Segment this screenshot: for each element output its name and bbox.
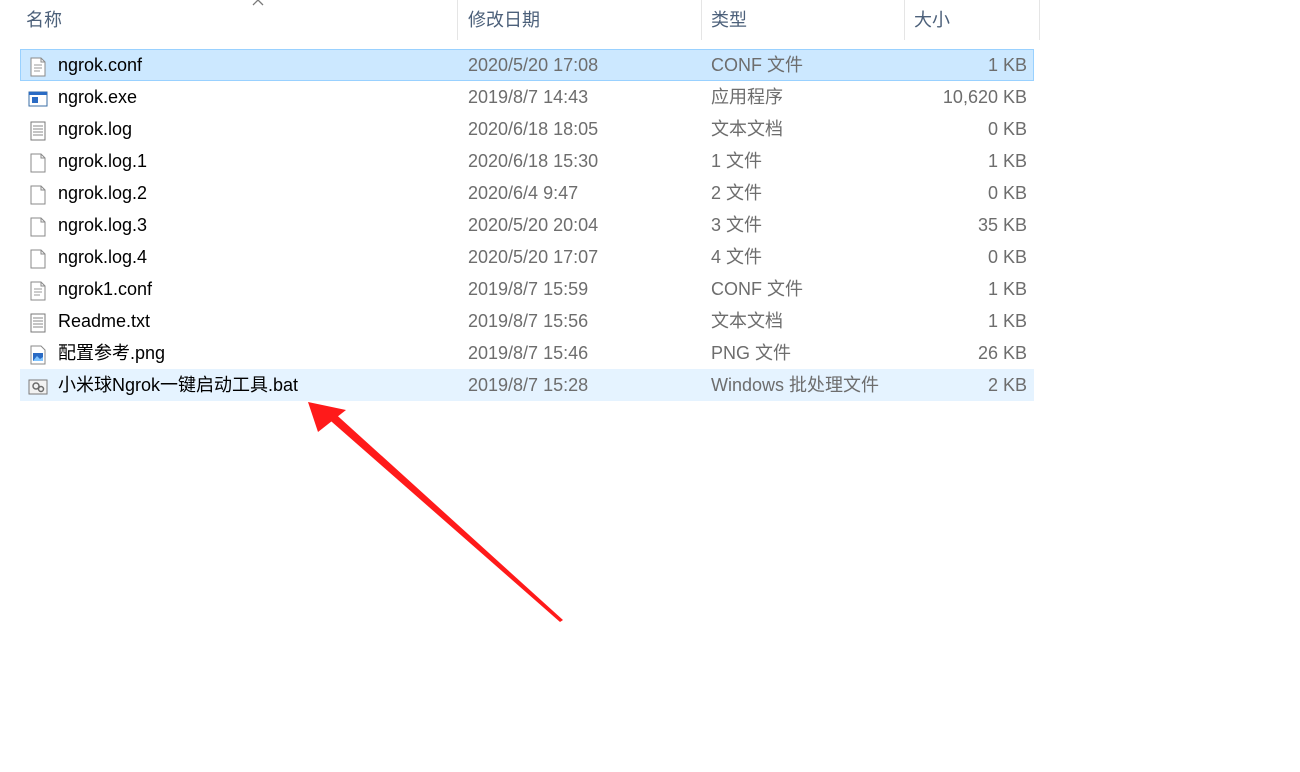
column-header-date-label: 修改日期: [468, 10, 540, 30]
file-row[interactable]: ngrok.conf 2020/5/20 17:08 CONF 文件 1 KB: [20, 49, 1034, 81]
image-file-icon: [28, 344, 48, 365]
file-name: ngrok.log: [58, 119, 133, 139]
file-row[interactable]: ngrok.log.2 2020/6/4 9:47 2 文件 0 KB: [20, 177, 1034, 209]
text-document-icon: [28, 312, 48, 333]
file-date: 2019/8/7 15:28: [468, 375, 589, 395]
blank-file-icon: [28, 184, 48, 205]
file-size: 1 KB: [987, 55, 1027, 75]
file-row[interactable]: ngrok.log 2020/6/18 18:05 文本文档 0 KB: [20, 113, 1034, 145]
file-name: Readme.txt: [58, 311, 151, 331]
file-date: 2019/8/7 15:59: [468, 279, 589, 299]
text-file-icon: [28, 56, 48, 77]
text-document-icon: [28, 120, 48, 141]
file-type: 应用程序: [711, 87, 783, 107]
batch-file-icon: [28, 376, 48, 396]
file-date: 2020/6/18 18:05: [468, 119, 599, 139]
blank-file-icon: [28, 216, 48, 237]
file-name: ngrok.log.1: [58, 151, 148, 171]
file-type: 4 文件: [711, 247, 763, 267]
file-type: 文本文档: [711, 311, 783, 331]
blank-file-icon: [28, 152, 48, 173]
blank-file-icon: [28, 248, 48, 269]
column-header-name-label: 名称: [26, 10, 62, 30]
text-file-icon: [28, 280, 48, 301]
file-row[interactable]: 配置参考.png 2019/8/7 15:46 PNG 文件 26 KB: [20, 337, 1034, 369]
file-type: PNG 文件: [711, 343, 792, 363]
file-type: CONF 文件: [711, 279, 803, 299]
file-size: 2 KB: [987, 375, 1027, 395]
file-name: ngrok.conf: [58, 55, 143, 75]
column-header-type-label: 类型: [711, 10, 747, 30]
column-header-date[interactable]: 修改日期: [462, 0, 702, 40]
column-header-size-label: 大小: [914, 10, 950, 30]
file-date: 2020/5/20 17:08: [468, 55, 599, 75]
file-row[interactable]: ngrok.log.3 2020/5/20 20:04 3 文件 35 KB: [20, 209, 1034, 241]
file-list: ngrok.conf 2020/5/20 17:08 CONF 文件 1 KB ngro…: [20, 49, 1034, 401]
file-name: ngrok.exe: [58, 87, 138, 107]
file-type: 文本文档: [711, 119, 783, 139]
file-name: ngrok.log.3: [58, 215, 148, 235]
application-icon: [28, 88, 48, 108]
file-row[interactable]: ngrok.log.1 2020/6/18 15:30 1 文件 1 KB: [20, 145, 1034, 177]
column-header-size[interactable]: 大小: [908, 0, 1040, 40]
file-date: 2020/6/18 15:30: [468, 151, 599, 171]
file-row[interactable]: ngrok1.conf 2019/8/7 15:59 CONF 文件 1 KB: [20, 273, 1034, 305]
file-date: 2020/5/20 17:07: [468, 247, 599, 267]
file-name: 小米球Ngrok一键启动工具.bat: [58, 375, 299, 395]
file-date: 2019/8/7 15:56: [468, 311, 589, 331]
file-date: 2019/8/7 15:46: [468, 343, 589, 363]
file-size: 10,620 KB: [942, 87, 1027, 107]
column-header-bar: 名称 修改日期 类型 大小: [0, 0, 1040, 40]
file-date: 2020/5/20 20:04: [468, 215, 599, 235]
file-row[interactable]: Readme.txt 2019/8/7 15:56 文本文档 1 KB: [20, 305, 1034, 337]
column-header-name[interactable]: 名称: [20, 0, 458, 40]
file-date: 2020/6/4 9:47: [468, 183, 579, 203]
column-header-type[interactable]: 类型: [705, 0, 905, 40]
file-size: 26 KB: [977, 343, 1027, 363]
sort-ascending-icon: [252, 0, 264, 6]
file-type: 1 文件: [711, 151, 763, 171]
file-type: Windows 批处理文件: [711, 375, 880, 395]
file-date: 2019/8/7 14:43: [468, 87, 589, 107]
file-size: 0 KB: [987, 247, 1027, 267]
arrow-head: [308, 402, 346, 432]
file-size: 35 KB: [977, 215, 1027, 235]
file-row[interactable]: 小米球Ngrok一键启动工具.bat 2019/8/7 15:28 Windows …: [20, 369, 1034, 401]
file-size: 1 KB: [987, 311, 1027, 331]
arrow-shaft: [324, 409, 563, 622]
file-size: 1 KB: [987, 151, 1027, 171]
file-name: ngrok.log.2: [58, 183, 148, 203]
file-name: 配置参考.png: [58, 343, 166, 363]
file-size: 1 KB: [987, 279, 1027, 299]
file-name: ngrok.log.4: [58, 247, 148, 267]
file-size: 0 KB: [987, 183, 1027, 203]
file-name: ngrok1.conf: [58, 279, 153, 299]
file-size: 0 KB: [987, 119, 1027, 139]
file-row[interactable]: ngrok.exe 2019/8/7 14:43 应用程序 10,620 KB: [20, 81, 1034, 113]
file-row[interactable]: ngrok.log.4 2020/5/20 17:07 4 文件 0 KB: [20, 241, 1034, 273]
file-type: 3 文件: [711, 215, 763, 235]
file-type: 2 文件: [711, 183, 763, 203]
file-type: CONF 文件: [711, 55, 803, 75]
